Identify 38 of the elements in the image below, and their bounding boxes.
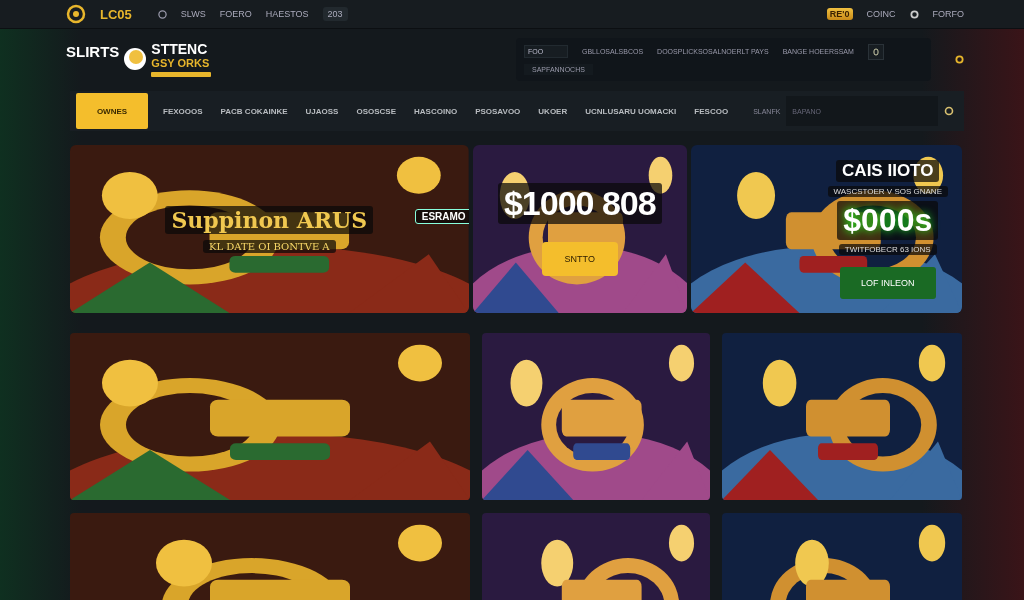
nav-tab[interactable]: HASCOINO (405, 93, 467, 129)
capsule-icon (872, 47, 879, 56)
banner-button[interactable]: SNTTO (541, 241, 618, 276)
coin-icon (123, 47, 148, 71)
logo-icon (66, 4, 86, 24)
banner-title: CAIS IIOTO (836, 159, 940, 182)
banner-button[interactable]: LOF INLEON (839, 266, 936, 299)
logo-subtitle: GSY ORKS (151, 57, 211, 69)
circle-icon[interactable] (944, 106, 954, 116)
top-link[interactable]: HAESTOS (265, 9, 309, 19)
circle-icon (955, 54, 964, 64)
top-link[interactable]: SLWS (180, 9, 206, 19)
circle-icon (909, 9, 919, 19)
account-link[interactable]: COINC (866, 9, 896, 19)
nav-tab[interactable]: PACB COKAINKE (211, 93, 297, 129)
login-link[interactable]: FORFO (932, 9, 964, 19)
logo-title: STTENC (151, 41, 209, 57)
banner-kicker: WASCSTOER V SOS GNANE (827, 185, 948, 197)
nav-tab[interactable]: UKOER (529, 93, 577, 129)
panel-button[interactable] (867, 43, 884, 60)
nav-tab[interactable]: FESCOO (685, 93, 738, 129)
banner-caption: TWITFOBECR 63 IONS (838, 243, 937, 255)
brand-name: LC05 (100, 6, 132, 22)
nav-tab[interactable]: UJAOSS (296, 93, 348, 129)
nav-tab[interactable]: UCNLUSARU UOMACKI (576, 93, 686, 129)
count-badge: 203 (322, 7, 348, 21)
top-link[interactable]: FOERO (219, 9, 252, 19)
logo-tag (151, 72, 212, 77)
bonus-amount: $000s (837, 200, 939, 240)
nav-tab[interactable]: OSOSCSE (347, 93, 405, 129)
banner-badge: ESRAMO (414, 209, 469, 224)
banner-title: Suppinon ARUS (165, 205, 374, 234)
jackpot-amount: $1000 808 (497, 182, 662, 224)
nav-tab[interactable]: OWNES (76, 93, 148, 129)
nav-tab[interactable]: FEXOOOS (154, 93, 212, 129)
logo-text: SLIRTS (66, 43, 120, 60)
nav-tab[interactable]: PSOSAVOO (466, 93, 530, 129)
coin-balance: RE'0 (826, 8, 853, 20)
